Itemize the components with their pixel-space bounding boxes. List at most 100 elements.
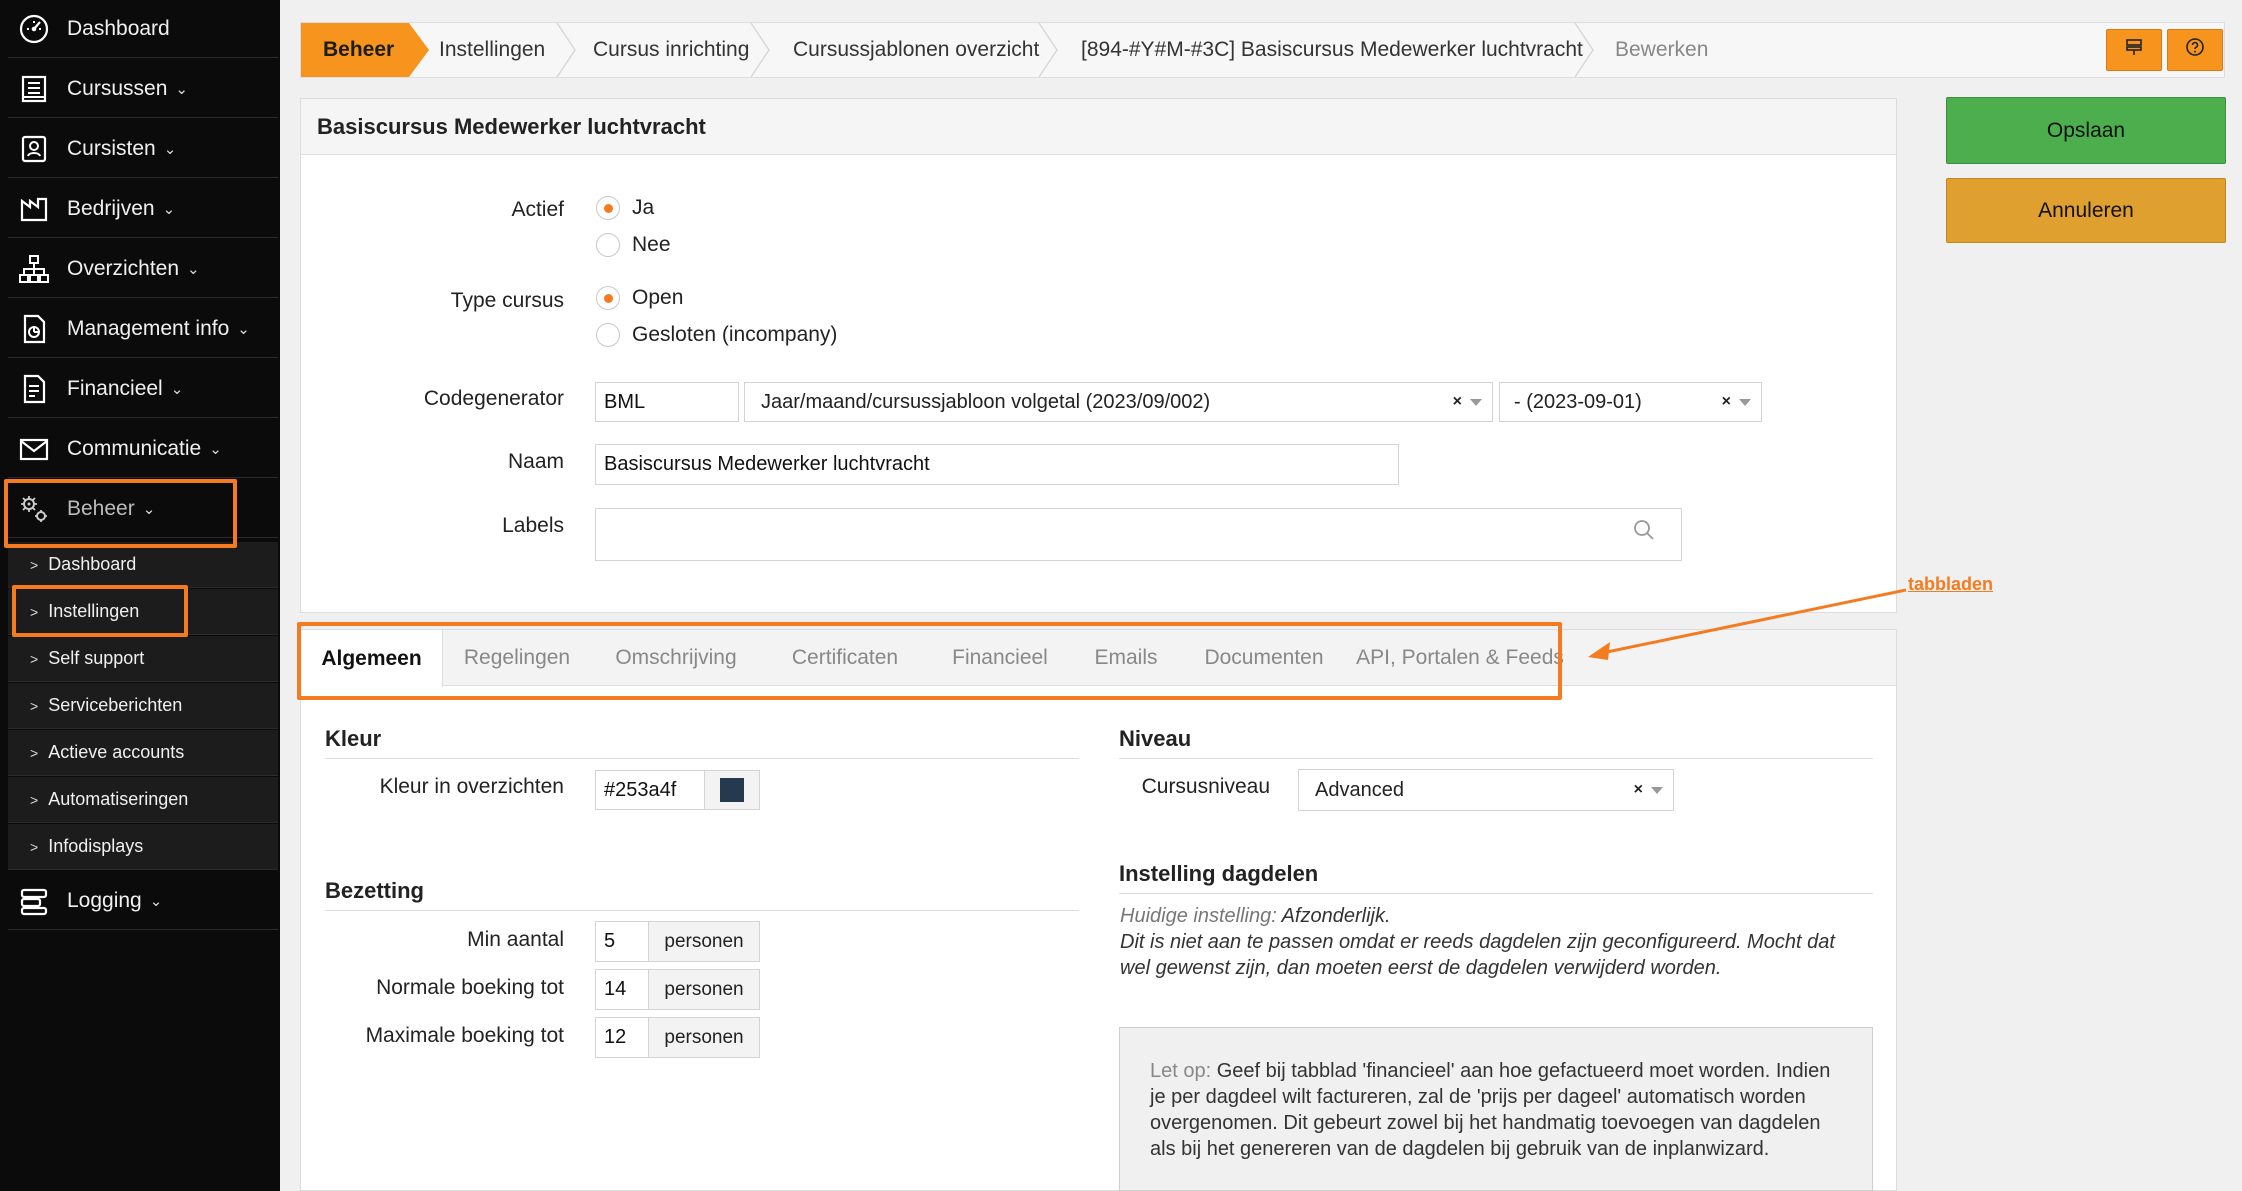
code-prefix-input[interactable]: BML [595,382,739,422]
select-value: Jaar/maand/cursussjabloon volgetal (2023… [761,390,1211,413]
type-option-open[interactable]: Open [596,286,683,310]
color-swatch [720,778,744,802]
annotation-arrow [1588,588,1907,660]
sidebar-item-logging[interactable]: Logging ⌄ [8,872,278,930]
breadcrumb-item-sjabloon[interactable]: [894-#Y#M-#3C] Basiscursus Medewerker lu… [1081,23,1583,77]
sidebar-subitem-dashboard[interactable]: > Dashboard [8,542,278,588]
kleur-input[interactable]: #253a4f [595,770,705,810]
sidebar-subitem-label: Actieve accounts [48,742,185,762]
cancel-button[interactable]: Annuleren [1946,178,2226,243]
sidebar-item-overzichten[interactable]: Overzichten ⌄ [8,240,278,298]
tab-certificaten[interactable]: Certificaten [761,630,929,686]
sidebar-item-dashboard[interactable]: Dashboard [8,0,278,58]
sidebar-subitem-self-support[interactable]: > Self support [8,636,278,682]
tab-documenten[interactable]: Documenten [1181,630,1347,686]
let-op-text: Geef bij tabblad 'financieel' aan hoe ge… [1150,1060,1831,1160]
bezetting-section-title: Bezetting [325,878,1079,911]
breadcrumb-separator [1574,23,1594,77]
sidebar-item-financieel[interactable]: Financieel ⌄ [8,360,278,418]
chevron-down-icon: ⌄ [175,80,188,98]
clear-icon[interactable]: × [1453,393,1462,411]
breadcrumb-label: Instellingen [439,38,546,61]
min-aantal-input[interactable]: 5 [595,921,649,962]
tab-api-portalen-feeds[interactable]: API, Portalen & Feeds [1347,630,1573,686]
chevron-right-icon: > [30,697,39,714]
sidebar-subitem-instellingen[interactable]: > Instellingen [8,589,278,635]
breadcrumb-item-cursus-inrichting[interactable]: Cursus inrichting [593,23,749,77]
invoice-icon [17,372,51,406]
breadcrumb-item-beheer[interactable]: Beheer [301,23,429,77]
tab-emails[interactable]: Emails [1071,630,1181,686]
select-value: - (2023-09-01) [1514,390,1642,413]
actief-label: Actief [511,198,564,221]
code-format-select[interactable]: Jaar/maand/cursussjabloon volgetal (2023… [744,382,1493,422]
breadcrumb-item-cursussjablonen-overzicht[interactable]: Cursussjablonen overzicht [793,23,1039,77]
sidebar-subitem-serviceberichten[interactable]: > Serviceberichten [8,683,278,729]
chevron-down-icon: ⌄ [237,320,250,338]
save-button[interactable]: Opslaan [1946,97,2226,164]
layout-button[interactable] [2106,29,2162,71]
let-op-label: Let op: [1150,1060,1212,1082]
let-op-infobox: Let op: Geef bij tabblad 'financieel' aa… [1119,1027,1873,1191]
chevron-right-icon: > [30,556,39,573]
actief-option-ja[interactable]: Ja [596,196,654,220]
help-button[interactable] [2167,29,2223,71]
breadcrumb-label: Cursussjablonen overzicht [793,38,1040,61]
sidebar-item-communicatie[interactable]: Communicatie ⌄ [8,420,278,478]
gears-icon [17,492,51,526]
sidebar-item-beheer[interactable]: Beheer ⌄ [8,480,278,538]
sidebar-subitem-label: Self support [48,648,145,668]
code-date-select[interactable]: - (2023-09-01) × [1499,382,1762,422]
envelope-icon [17,432,51,466]
sidebar-item-label: Dashboard [67,16,170,40]
report-icon [17,312,51,346]
tab-omschrijving[interactable]: Omschrijving [591,630,761,686]
maximale-boeking-label: Maximale boeking tot [365,1024,564,1047]
radio-label: Open [632,286,684,309]
breadcrumb-separator [556,23,576,77]
sidebar-subitem-actieve-accounts[interactable]: > Actieve accounts [8,730,278,776]
sidebar-item-label: Management info [67,316,230,340]
help-icon [2185,37,2205,63]
niveau-section-title: Niveau [1119,726,1873,759]
breadcrumb-item-instellingen[interactable]: Instellingen [439,23,545,77]
naam-label: Naam [507,450,564,473]
clear-icon[interactable]: × [1634,781,1643,799]
labels-input[interactable] [595,508,1682,561]
chevron-down-icon: ⌄ [149,892,163,910]
sidebar-subitem-automatiseringen[interactable]: > Automatiseringen [8,777,278,823]
sidebar-item-label: Financieel [67,376,163,400]
chevron-right-icon: > [30,838,39,855]
tab-regelingen[interactable]: Regelingen [443,630,591,686]
radio-label: Nee [632,233,671,256]
naam-input[interactable]: Basiscursus Medewerker luchtvracht [595,444,1399,485]
sidebar: Dashboard Cursussen ⌄ Cursisten ⌄ Bedrij… [0,0,280,1191]
sidebar-item-management-info[interactable]: Management info ⌄ [8,300,278,358]
sidebar-item-bedrijven[interactable]: Bedrijven ⌄ [8,180,278,238]
sidebar-subitem-label: Dashboard [48,554,137,574]
cursusniveau-select[interactable]: Advanced × [1298,769,1674,811]
clear-icon[interactable]: × [1722,393,1731,411]
tab-algemeen[interactable]: Algemeen [301,630,443,687]
breadcrumb-label: Beheer [323,38,395,61]
chevron-down-icon: ⌄ [163,140,177,158]
chevron-down-icon: ⌄ [209,440,222,458]
sidebar-subitem-infodisplays[interactable]: > Infodisplays [8,824,278,870]
normale-boeking-input[interactable]: 14 [595,969,649,1010]
sidebar-item-label: Cursisten [67,136,156,160]
sidebar-item-cursisten[interactable]: Cursisten ⌄ [8,120,278,178]
dagdelen-section-title: Instelling dagdelen [1119,861,1873,894]
tab-financieel[interactable]: Financieel [929,630,1071,686]
breadcrumb-label: [894-#Y#M-#3C] Basiscursus Medewerker lu… [1081,38,1583,61]
search-icon [1632,518,1656,548]
type-option-gesloten[interactable]: Gesloten (incompany) [596,323,837,347]
sidebar-item-label: Overzichten [67,256,180,280]
sidebar-item-label: Beheer [67,496,135,520]
contact-icon [17,132,51,166]
panel-title: Basiscursus Medewerker luchtvracht [301,99,1896,155]
actief-option-nee[interactable]: Nee [596,233,671,257]
maximale-boeking-input[interactable]: 12 [595,1017,649,1058]
sidebar-item-cursussen[interactable]: Cursussen ⌄ [8,60,278,118]
color-picker-button[interactable] [704,770,760,810]
caret-down-icon [1470,399,1482,406]
